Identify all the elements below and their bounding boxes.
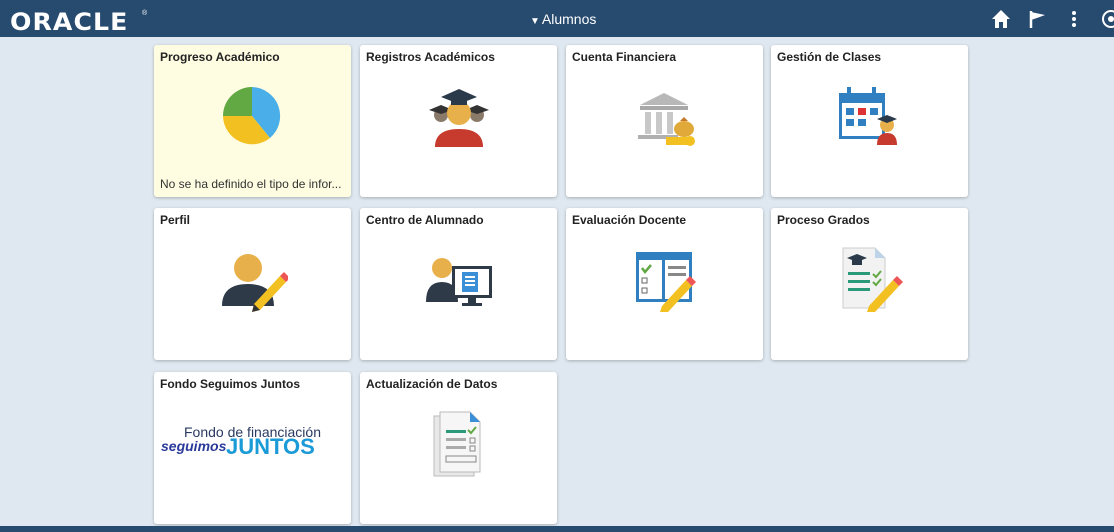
more-icon[interactable] (1068, 8, 1080, 30)
degree-process-icon (842, 247, 903, 312)
bank-icon (638, 93, 695, 146)
fondo-logo-juntos: JUNTOS (226, 434, 315, 459)
tile-cuenta-financiera[interactable]: Cuenta Financiera (566, 45, 763, 197)
evaluation-icon (636, 252, 696, 312)
registered-mark: ® (142, 10, 148, 17)
fondo-logo-seguimos: seguimos (161, 438, 227, 454)
tile-title: Proceso Grados (777, 213, 870, 227)
pie-chart-icon (223, 87, 281, 145)
oracle-logo: ORACLE (10, 8, 129, 36)
tile-title: Centro de Alumnado (366, 213, 484, 227)
tile-title: Registros Académicos (366, 50, 495, 64)
tile-actualizacion-de-datos[interactable]: Actualización de Datos (360, 372, 557, 524)
profile-icon (222, 254, 288, 312)
tile-progreso-academico[interactable]: Progreso Académico No se ha definido el … (154, 45, 351, 197)
bottom-bar (0, 526, 1114, 532)
tile-title: Gestión de Clases (777, 50, 882, 64)
graduates-icon (429, 89, 489, 147)
homepage-title: Alumnos (541, 11, 597, 27)
tile-evaluacion-docente[interactable]: Evaluación Docente (566, 208, 763, 360)
data-update-icon (433, 411, 481, 477)
tile-centro-de-alumnado[interactable]: Centro de Alumnado (360, 208, 557, 360)
nav-icon[interactable] (1100, 8, 1114, 30)
tile-fondo-seguimos-juntos[interactable]: Fondo Seguimos Juntos Fondo de financiac… (154, 372, 351, 524)
tile-registros-academicos[interactable]: Registros Académicos (360, 45, 557, 197)
tile-title: Evaluación Docente (572, 213, 687, 227)
tile-title: Cuenta Financiera (572, 50, 677, 64)
homepage-selector[interactable]: ▼ Alumnos (530, 11, 596, 27)
caret-down-icon: ▼ (530, 16, 540, 27)
tile-perfil[interactable]: Perfil (154, 208, 351, 360)
tile-title: Progreso Académico (160, 50, 280, 64)
calendar-icon (839, 87, 897, 145)
top-banner: ORACLE ® ▼ Alumnos (0, 0, 1114, 37)
tile-gestion-de-clases[interactable]: Gestión de Clases (771, 45, 968, 197)
tile-title: Actualización de Datos (366, 377, 498, 391)
tile-footer: No se ha definido el tipo de infor... (160, 177, 342, 191)
flag-icon[interactable] (1028, 8, 1048, 30)
tile-title: Perfil (160, 213, 191, 227)
tile-title: Fondo Seguimos Juntos (160, 377, 300, 391)
tile-proceso-grados[interactable]: Proceso Grados (771, 208, 968, 360)
student-center-icon (426, 258, 492, 306)
home-icon[interactable] (990, 8, 1012, 30)
